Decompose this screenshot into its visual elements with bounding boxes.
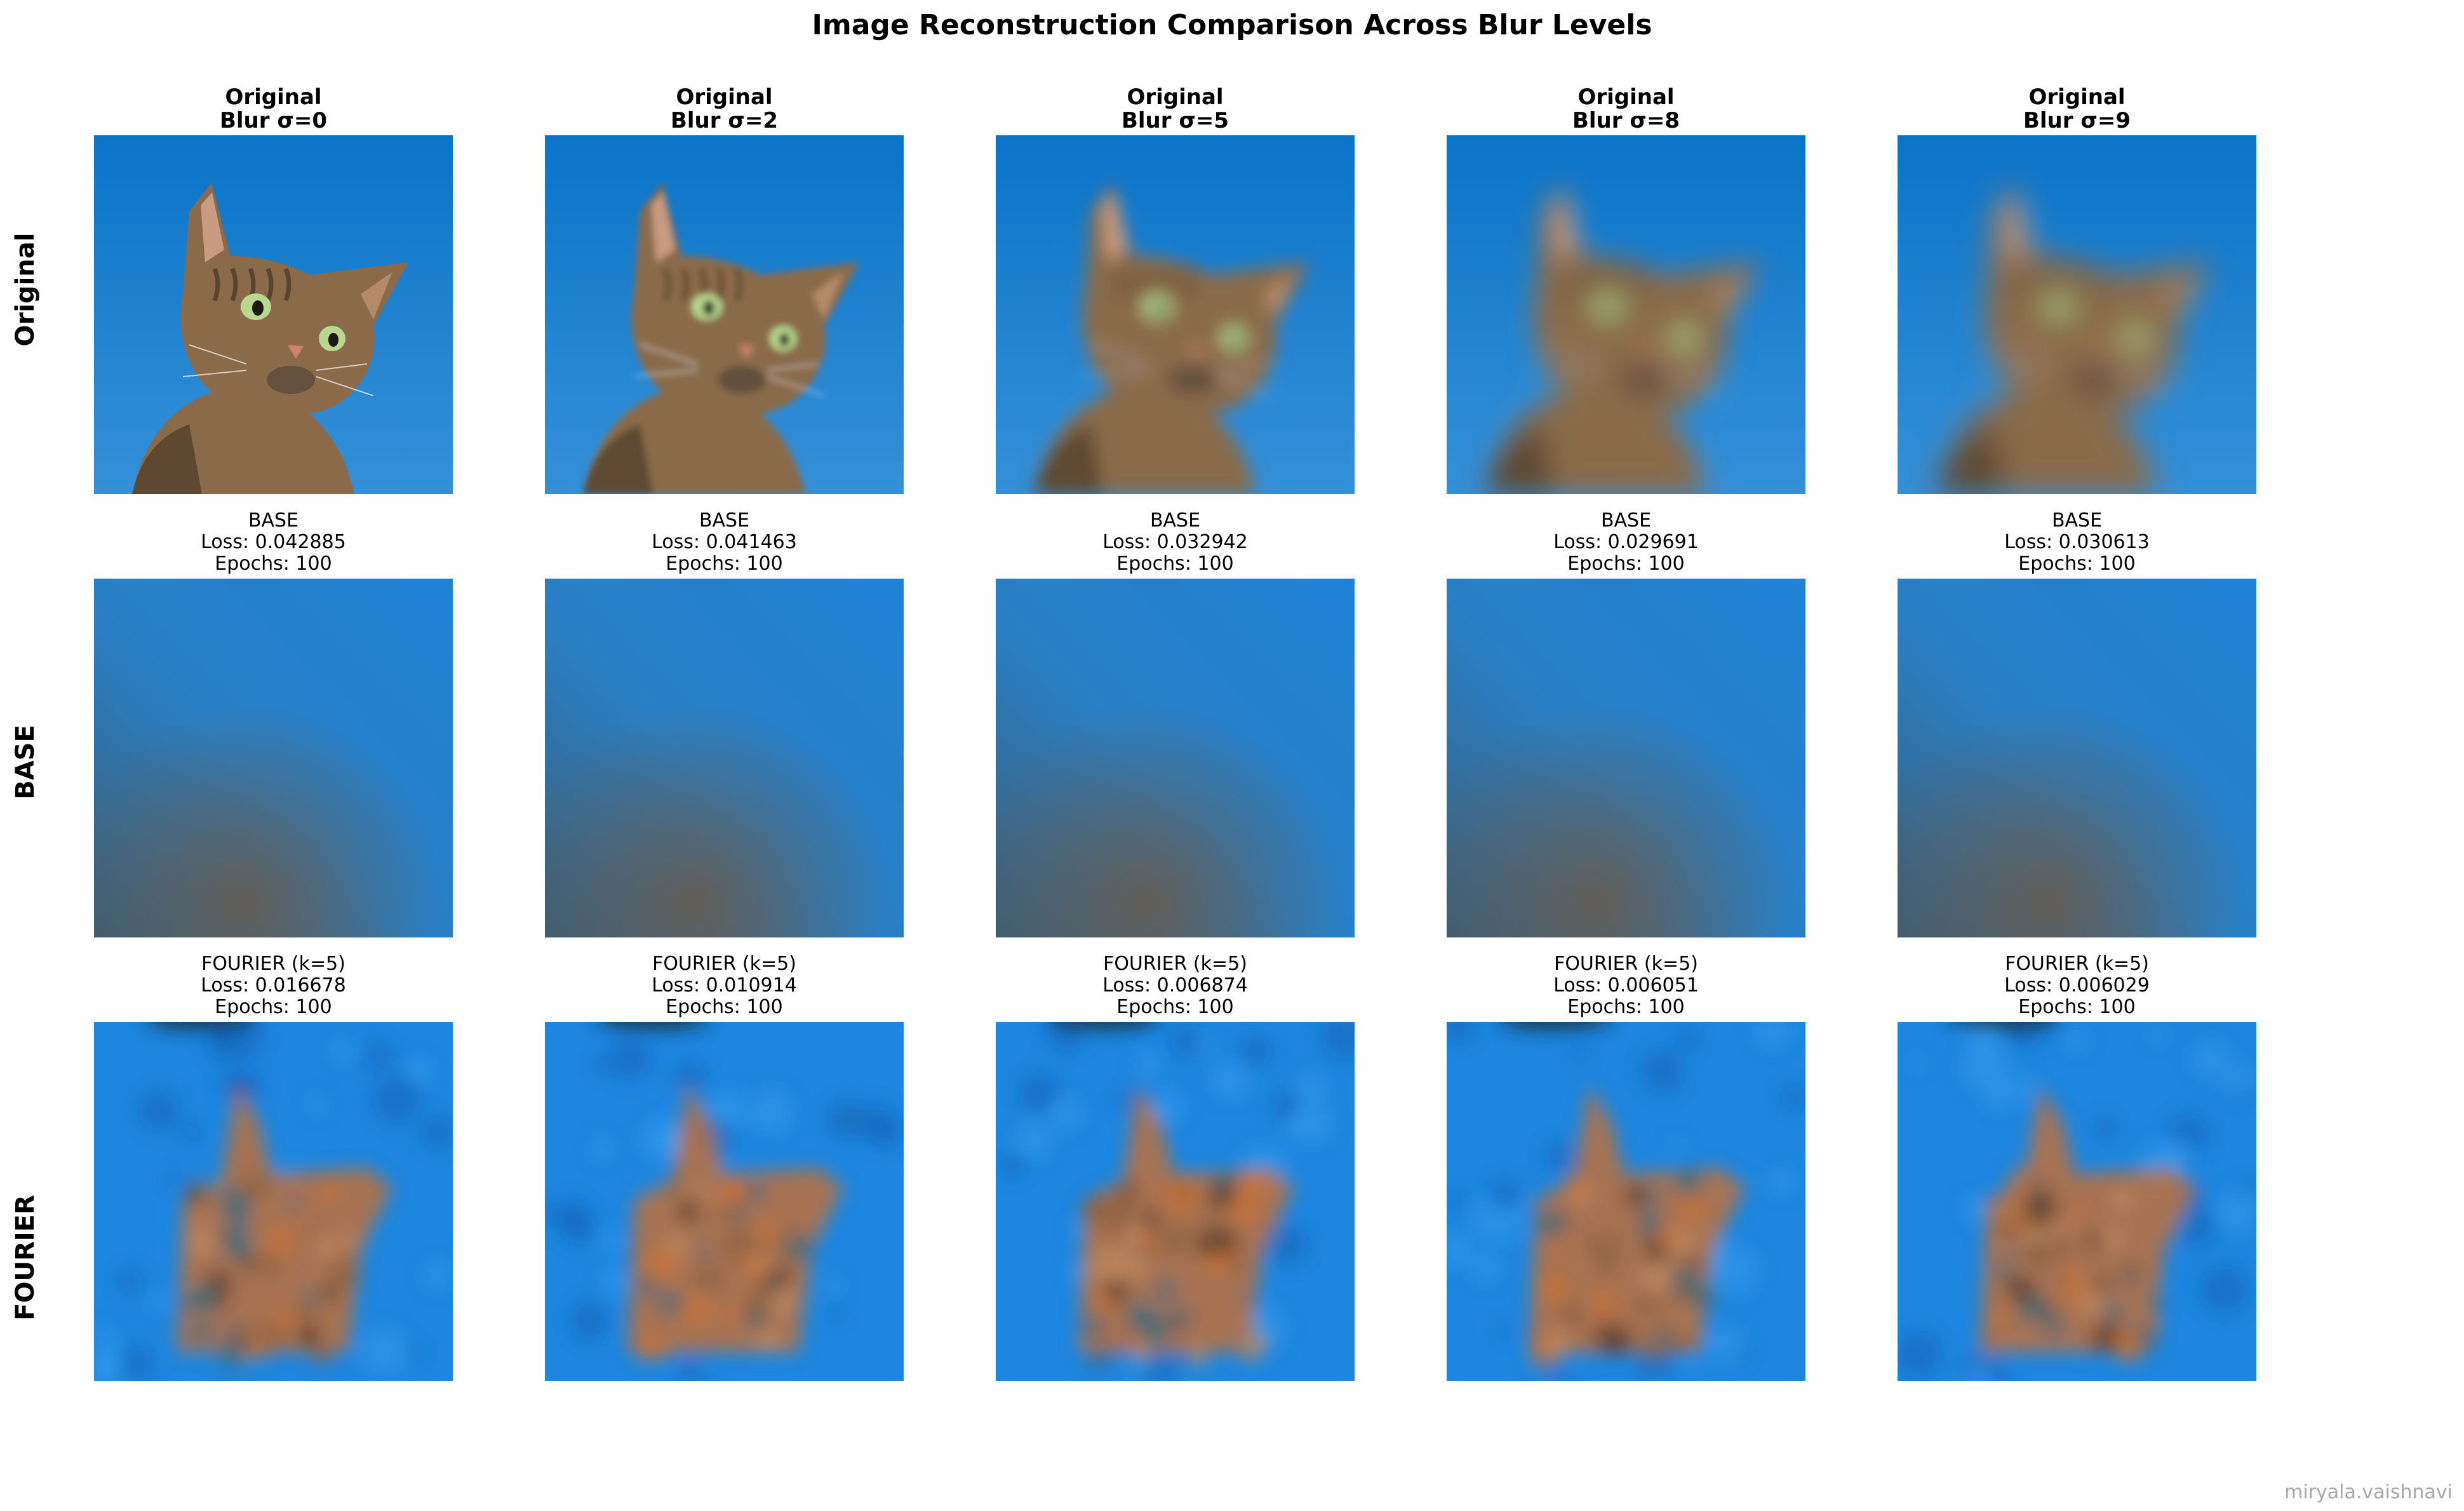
panel-title: Original Blur σ=9 — [1898, 86, 2256, 133]
panel-original-1 — [94, 135, 453, 494]
panel-original-2 — [545, 135, 904, 494]
panel-title-line-2: Loss: 0.006051 — [1553, 974, 1699, 997]
panel-title-line-3: Epochs: 100 — [1567, 996, 1685, 1018]
panel-title-line-2: Loss: 0.010914 — [652, 974, 797, 997]
panel-title-line-1: FOURIER (k=5) — [1103, 953, 1247, 975]
panel-base-2 — [545, 579, 904, 937]
panel-base-3 — [996, 579, 1355, 937]
panel-fourier-4 — [1447, 1022, 1805, 1381]
panel-title-line-2: Blur σ=5 — [1121, 108, 1229, 133]
panel-title-line-1: Original — [2028, 84, 2126, 110]
base-warm-blob — [996, 579, 1355, 937]
panel-image — [94, 579, 453, 937]
panel-title: Original Blur σ=2 — [545, 86, 904, 133]
panel-fourier-1 — [94, 1022, 453, 1381]
panel-title-line-2: Blur σ=2 — [670, 108, 778, 133]
panel-fourier-2 — [545, 1022, 904, 1381]
panel-title: BASE Loss: 0.042885 Epochs: 100 — [94, 510, 453, 575]
panel-image — [1898, 1022, 2256, 1381]
panel-title-line-2: Blur σ=0 — [219, 108, 327, 133]
panel-original-3 — [996, 135, 1355, 494]
base-warm-blob — [94, 579, 453, 937]
panel-title-line-1: FOURIER (k=5) — [1554, 953, 1698, 975]
panel-title-line-2: Blur σ=9 — [2023, 108, 2131, 133]
base-warm-blob — [1898, 579, 2256, 937]
panel-title-line-1: BASE — [699, 509, 750, 532]
panel-title-line-2: Blur σ=8 — [1572, 108, 1680, 133]
panel-title: FOURIER (k=5) Loss: 0.006874 Epochs: 100 — [996, 953, 1355, 1018]
panel-title: BASE Loss: 0.041463 Epochs: 100 — [545, 510, 904, 575]
panel-title-line-2: Loss: 0.030613 — [2004, 531, 2150, 553]
panel-title-line-1: Original — [676, 84, 773, 110]
panel-image — [545, 135, 904, 494]
panel-title-line-2: Loss: 0.006029 — [2004, 974, 2150, 997]
base-warm-blob — [1447, 579, 1805, 937]
panel-base-5 — [1898, 579, 2256, 937]
panel-title-line-2: Loss: 0.042885 — [201, 531, 346, 553]
panel-title: Original Blur σ=8 — [1447, 86, 1805, 133]
panel-title-line-2: Loss: 0.032942 — [1102, 531, 1248, 553]
panel-title-line-3: Epochs: 100 — [215, 996, 332, 1018]
panel-title: Original Blur σ=5 — [996, 86, 1355, 133]
panel-image — [996, 1022, 1355, 1381]
panel-title: BASE Loss: 0.032942 Epochs: 100 — [996, 510, 1355, 575]
panel-title-line-1: Original — [1577, 84, 1675, 110]
panel-title-line-2: Loss: 0.006874 — [1102, 974, 1248, 997]
panel-title-line-1: BASE — [2051, 509, 2103, 532]
panel-image — [94, 1022, 453, 1381]
panel-base-1 — [94, 579, 453, 937]
row-label-text: FOURIER — [11, 1195, 40, 1320]
panel-image — [1898, 135, 2256, 494]
panel-base-4 — [1447, 579, 1805, 937]
panel-original-4 — [1447, 135, 1805, 494]
panel-image — [94, 135, 453, 494]
panel-title: BASE Loss: 0.029691 Epochs: 100 — [1447, 510, 1805, 575]
panel-image — [1898, 579, 2256, 937]
panel-title: FOURIER (k=5) Loss: 0.010914 Epochs: 100 — [545, 953, 904, 1018]
panel-title: FOURIER (k=5) Loss: 0.006051 Epochs: 100 — [1447, 953, 1805, 1018]
panel-title-line-1: BASE — [248, 509, 299, 532]
panel-title-line-1: BASE — [1149, 509, 1201, 532]
panel-title-line-3: Epochs: 100 — [666, 996, 783, 1018]
panel-title: BASE Loss: 0.030613 Epochs: 100 — [1898, 510, 2256, 575]
panel-title-line-1: FOURIER (k=5) — [652, 953, 796, 975]
panel-title-line-2: Loss: 0.016678 — [201, 974, 346, 997]
panel-image — [996, 135, 1355, 494]
panel-image — [1447, 135, 1805, 494]
row-label-text: Original — [11, 232, 40, 347]
base-warm-blob — [545, 579, 904, 937]
panel-title-line-3: Epochs: 100 — [1116, 553, 1234, 575]
panel-title-line-3: Epochs: 100 — [2018, 553, 2136, 575]
figure-title: Image Reconstruction Comparison Across B… — [812, 9, 1652, 41]
panel-image — [545, 579, 904, 937]
panel-title-line-3: Epochs: 100 — [1567, 553, 1685, 575]
panel-title-line-1: FOURIER (k=5) — [201, 953, 345, 975]
panel-title: Original Blur σ=0 — [94, 86, 453, 133]
panel-title-line-3: Epochs: 100 — [666, 553, 783, 575]
panel-fourier-3 — [996, 1022, 1355, 1381]
panel-original-5 — [1898, 135, 2256, 494]
panel-title-line-3: Epochs: 100 — [2018, 996, 2136, 1018]
panel-title-line-3: Epochs: 100 — [1116, 996, 1234, 1018]
panel-title-line-1: FOURIER (k=5) — [2005, 953, 2149, 975]
panel-image — [545, 1022, 904, 1381]
panel-image — [1447, 1022, 1805, 1381]
panel-title-line-1: BASE — [1600, 509, 1652, 532]
watermark: miryala.vaishnavi — [2284, 1481, 2453, 1503]
panel-title-line-1: Original — [225, 84, 322, 110]
panel-title-line-3: Epochs: 100 — [215, 553, 332, 575]
panel-fourier-5 — [1898, 1022, 2256, 1381]
panel-title: FOURIER (k=5) Loss: 0.016678 Epochs: 100 — [94, 953, 453, 1018]
panel-image — [996, 579, 1355, 937]
panel-title: FOURIER (k=5) Loss: 0.006029 Epochs: 100 — [1898, 953, 2256, 1018]
panel-image — [1447, 579, 1805, 937]
row-label-text: BASE — [11, 725, 40, 800]
panel-title-line-2: Loss: 0.029691 — [1553, 531, 1699, 553]
panel-title-line-1: Original — [1127, 84, 1224, 110]
panel-title-line-2: Loss: 0.041463 — [652, 531, 797, 553]
